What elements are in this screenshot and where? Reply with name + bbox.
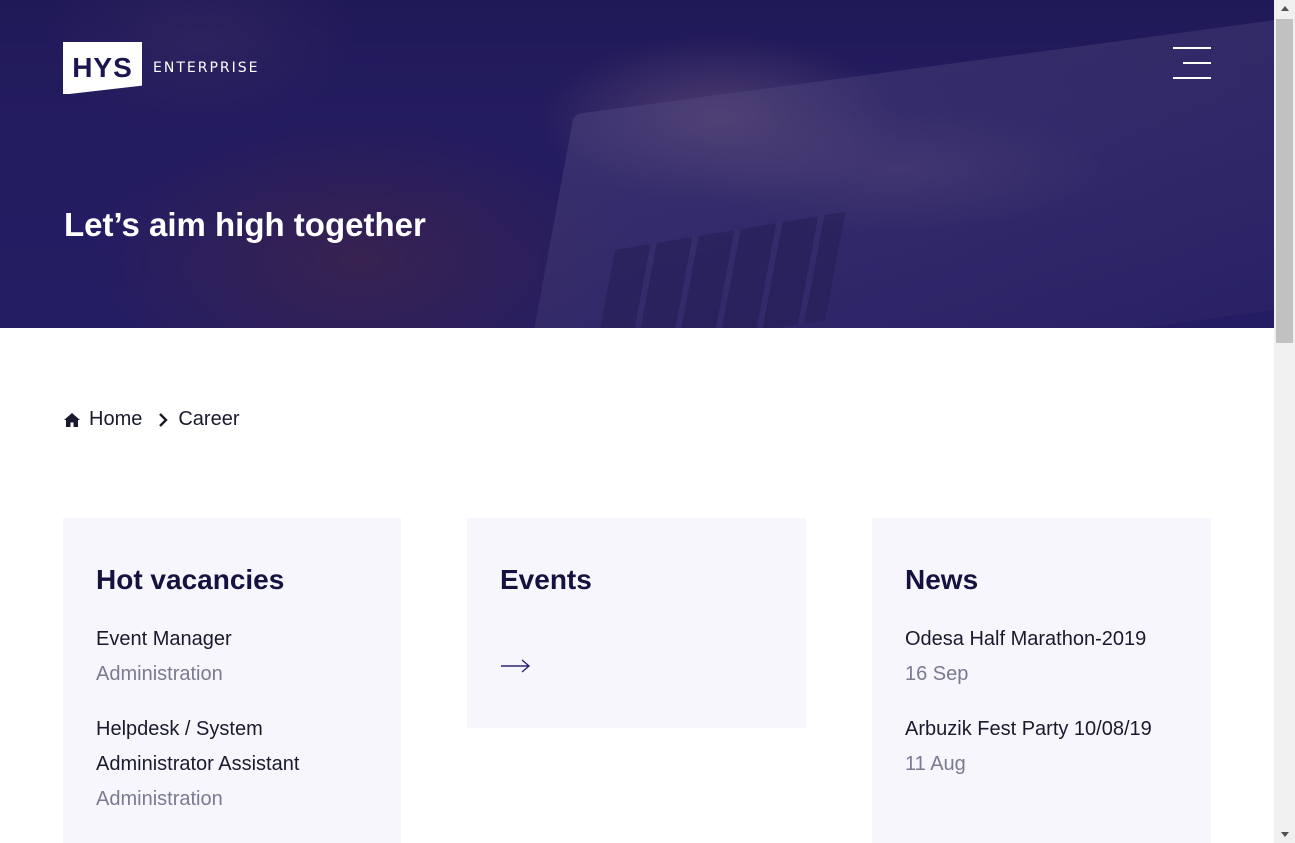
logo-mark: HYS (63, 42, 142, 94)
news-item[interactable]: Odesa Half Marathon-2019 16 Sep (905, 622, 1178, 692)
news-headline[interactable]: Odesa Half Marathon-2019 (905, 622, 1178, 657)
chevron-right-icon (158, 412, 169, 428)
arrow-right-icon[interactable] (500, 658, 532, 679)
vacancy-item[interactable]: Helpdesk / System Administrator Assistan… (96, 712, 368, 817)
menu-icon-line (1173, 47, 1211, 49)
hero-banner: HYS ENTERPRISE Let’s aim high together (0, 0, 1274, 328)
news-date: 16 Sep (905, 663, 969, 685)
vacancy-department: Administration (96, 663, 223, 685)
events-title: Events (500, 564, 592, 595)
breadcrumb-home-label: Home (89, 408, 143, 430)
menu-button[interactable] (1173, 47, 1211, 81)
home-icon (64, 412, 80, 427)
breadcrumb: Home Career (63, 408, 240, 431)
logo-mark-text: HYS (72, 52, 133, 83)
news-title: News (905, 564, 979, 595)
vacancy-title[interactable]: Administrator Assistant (96, 747, 368, 782)
news-card: News Odesa Half Marathon-2019 16 Sep Arb… (872, 518, 1211, 843)
vacancy-title[interactable]: Helpdesk / System (96, 712, 368, 747)
events-card: Events (467, 518, 806, 728)
page-title: Let’s aim high together (64, 206, 426, 243)
menu-icon-line (1173, 77, 1211, 79)
hot-vacancies-title: Hot vacancies (96, 564, 285, 595)
vacancy-item[interactable]: Event Manager Administration (96, 622, 368, 692)
vacancy-department: Administration (96, 788, 223, 810)
scroll-up-arrow-icon[interactable] (1274, 0, 1295, 17)
logo-text: ENTERPRISE (153, 60, 260, 76)
breadcrumb-current: Career (178, 408, 240, 430)
vacancy-title[interactable]: Event Manager (96, 622, 368, 657)
scrollbar-thumb[interactable] (1276, 19, 1293, 343)
news-headline[interactable]: Arbuzik Fest Party 10/08/19 (905, 712, 1178, 747)
hot-vacancies-card: Hot vacancies Event Manager Administrati… (63, 518, 401, 843)
page-scrollbar[interactable] (1274, 0, 1295, 843)
news-date: 11 Aug (905, 753, 966, 775)
breadcrumb-home-link[interactable]: Home (63, 408, 142, 431)
site-logo[interactable]: HYS ENTERPRISE (63, 42, 259, 94)
menu-icon-line (1183, 62, 1211, 64)
scroll-down-arrow-icon[interactable] (1274, 826, 1295, 843)
news-item[interactable]: Arbuzik Fest Party 10/08/19 11 Aug (905, 712, 1178, 782)
